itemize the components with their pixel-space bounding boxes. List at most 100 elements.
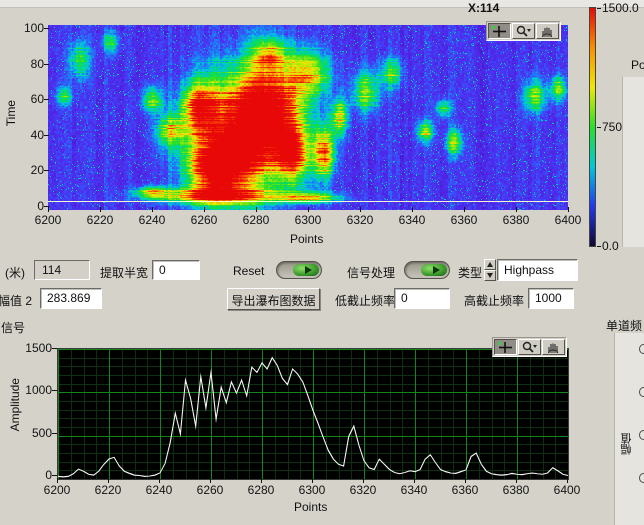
tick-mark <box>52 348 57 349</box>
single-channel-partial-label: 单道频 <box>606 317 642 334</box>
signal-label: 信号 <box>1 319 25 336</box>
reset-label: Reset <box>233 264 264 278</box>
magnifier-icon <box>515 25 532 38</box>
tick-label: 6360 <box>445 483 485 497</box>
tick-label: 40 <box>10 128 44 142</box>
bottom-chart-y-label: Amplitude <box>8 378 22 431</box>
tick-mark <box>44 64 49 65</box>
reset-switch[interactable] <box>276 261 322 279</box>
tick-label: 6260 <box>184 213 224 227</box>
tick-mark <box>312 478 313 483</box>
type-spinner[interactable] <box>484 259 496 281</box>
tick-label: 0 <box>18 468 52 482</box>
signal-waveform-plot[interactable] <box>57 348 569 480</box>
spinner-down-button[interactable] <box>484 270 496 281</box>
tick-mark <box>100 207 101 212</box>
right-panel-top <box>622 77 644 247</box>
hand-icon <box>545 341 562 354</box>
tick-mark <box>412 207 413 212</box>
down-arrow-icon <box>487 273 493 278</box>
tick-mark <box>363 478 364 483</box>
tick-label: 6260 <box>190 483 230 497</box>
tick-mark <box>52 433 57 434</box>
right-panel-partial-label: Po <box>631 58 644 72</box>
signal-processing-switch-knob <box>421 264 447 276</box>
tick-label: 6400 <box>547 483 587 497</box>
crosshair-icon <box>491 25 508 38</box>
hand-icon <box>539 25 556 38</box>
tick-label: 6200 <box>37 483 77 497</box>
high-cutoff-input[interactable]: 1000 <box>528 288 574 309</box>
tick-label: 6280 <box>241 483 281 497</box>
tick-mark <box>516 478 517 483</box>
signal-processing-switch[interactable] <box>404 261 450 279</box>
meter-value-indicator: 114 <box>34 260 90 280</box>
zoom-tool-button[interactable] <box>518 339 541 355</box>
graph-palette-top <box>486 21 561 41</box>
tick-label: 6340 <box>392 213 432 227</box>
high-cutoff-label: 高截止频率 <box>464 292 524 309</box>
tick-mark <box>308 207 309 212</box>
pan-tool-button[interactable] <box>536 23 559 39</box>
filter-type-dropdown[interactable]: Highpass <box>497 259 578 281</box>
reset-switch-knob <box>293 264 319 276</box>
tick-mark <box>567 478 568 483</box>
type-label: 类型 <box>458 264 482 281</box>
tick-mark <box>464 207 465 212</box>
tick-label: 1000 <box>18 383 52 397</box>
tick-mark <box>210 478 211 483</box>
magnifier-icon <box>521 341 538 354</box>
waterfall-intensity-plot[interactable] <box>48 25 568 210</box>
tick-mark <box>465 478 466 483</box>
tick-mark <box>108 478 109 483</box>
tick-mark <box>152 207 153 212</box>
top-band <box>0 0 644 8</box>
tick-label: 20 <box>10 163 44 177</box>
cutoff-control-partial <box>639 387 644 397</box>
tick-mark <box>568 207 569 212</box>
crosshair-tool-button[interactable] <box>494 339 517 355</box>
tick-label: 100 <box>10 21 44 35</box>
colorbar-tick <box>597 246 601 247</box>
tick-label: 6320 <box>343 483 383 497</box>
tick-label: 1500 <box>18 341 52 355</box>
tick-mark <box>44 135 49 136</box>
tick-label: 6360 <box>444 213 484 227</box>
half-width-input[interactable]: 0 <box>152 260 200 280</box>
cutoff-control-partial <box>639 344 644 354</box>
tick-label: 6280 <box>236 213 276 227</box>
low-cutoff-input[interactable]: 0 <box>394 288 450 309</box>
spinner-up-button[interactable] <box>484 259 496 270</box>
tick-mark <box>44 99 49 100</box>
zoom-tool-button[interactable] <box>512 23 535 39</box>
tick-label: 6200 <box>28 213 68 227</box>
top-chart-y-label: Time <box>4 100 18 126</box>
tick-mark <box>261 478 262 483</box>
crosshair-tool-button[interactable] <box>488 23 511 39</box>
tick-label: 6320 <box>340 213 380 227</box>
tick-mark <box>57 478 58 483</box>
cutoff-control-partial <box>639 473 644 483</box>
tick-mark <box>516 207 517 212</box>
colorbar-tick <box>597 127 601 128</box>
tick-label: 6240 <box>139 483 179 497</box>
tick-label: 6220 <box>88 483 128 497</box>
cutoff-control-partial <box>639 430 644 440</box>
tick-mark <box>256 207 257 212</box>
labview-panel: X:114 020406080100 620062206240626062806… <box>0 0 644 525</box>
tick-label: 6400 <box>548 213 588 227</box>
tick-mark <box>52 475 57 476</box>
cursor-readout: X:114 <box>468 1 499 15</box>
amplitude2-indicator: 283.869 <box>40 288 102 309</box>
tick-mark <box>204 207 205 212</box>
half-width-label: 提取半宽 <box>100 264 148 281</box>
export-waterfall-button[interactable]: 导出瀑布图数据 <box>227 288 320 310</box>
colorbar-max-label: 1500.0 <box>602 1 639 15</box>
pan-tool-button[interactable] <box>542 339 565 355</box>
amplitude2-label: 幅值 2 <box>0 292 32 309</box>
colorbar-min-label: 0.0 <box>602 239 619 253</box>
tick-label: 500 <box>18 426 52 440</box>
tick-mark <box>44 28 49 29</box>
meter-label: (米) <box>5 264 25 281</box>
tick-label: 6220 <box>80 213 120 227</box>
